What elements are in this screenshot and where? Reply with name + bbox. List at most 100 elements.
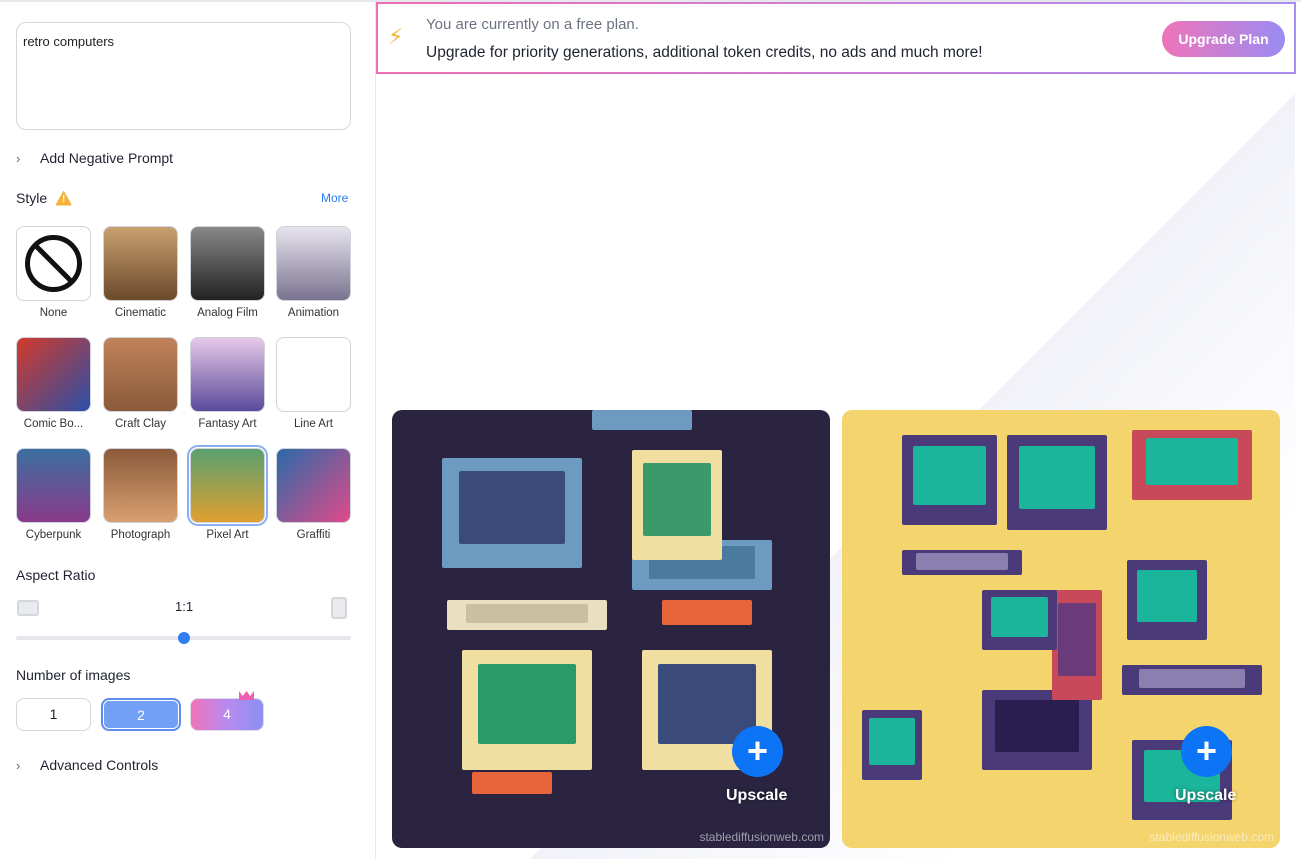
- chevron-right-icon: ›: [16, 150, 21, 166]
- pixel-computer: [982, 690, 1092, 770]
- style-option-label: Photograph: [110, 529, 171, 541]
- pixel-screen: [995, 699, 1079, 753]
- pixel-computer: [462, 650, 592, 770]
- aspect-ratio-slider[interactable]: [16, 632, 351, 644]
- style-option-label: Cyberpunk: [25, 529, 82, 541]
- pixel-screen: [1146, 438, 1238, 485]
- add-negative-prompt-toggle[interactable]: › Add Negative Prompt: [16, 150, 173, 166]
- pixel-computer: [447, 600, 607, 630]
- aspect-ratio-label: Aspect Ratio: [16, 567, 96, 583]
- style-thumbnail: [16, 337, 91, 412]
- style-option-label: Fantasy Art: [198, 418, 257, 430]
- watermark: stablediffusionweb.com: [1149, 830, 1274, 844]
- pixel-screen: [642, 463, 712, 536]
- pixel-computer: [442, 458, 582, 568]
- upgrade-banner: ⚡︎ You are currently on a free plan. Upg…: [376, 2, 1296, 74]
- style-option-label: Graffiti: [296, 529, 331, 541]
- style-option-analog-film[interactable]: Analog Film: [190, 226, 265, 319]
- pixel-screen: [991, 597, 1048, 637]
- pixel-computer: [632, 450, 722, 560]
- pixel-computer: [662, 600, 752, 625]
- images-2-button[interactable]: 2: [101, 698, 181, 731]
- style-thumbnail: [187, 445, 268, 526]
- pixel-screen: [1138, 668, 1246, 689]
- style-thumbnail: [276, 448, 351, 523]
- style-option-fantasy-art[interactable]: Fantasy Art: [190, 337, 265, 430]
- pixel-screen: [477, 664, 577, 744]
- style-option-graffiti[interactable]: Graffiti: [276, 448, 351, 541]
- warning-icon[interactable]: !: [55, 190, 73, 206]
- landscape-ratio-icon[interactable]: [17, 600, 39, 616]
- pixel-screen: [916, 553, 1008, 570]
- style-option-animation[interactable]: Animation: [276, 226, 351, 319]
- style-option-label: Analog Film: [197, 307, 258, 319]
- pixel-screen: [913, 445, 986, 506]
- pixel-computer: [1052, 590, 1102, 700]
- no-style-icon: [25, 235, 82, 292]
- prompt-input[interactable]: retro computers: [16, 22, 351, 130]
- pixel-computer: [1007, 435, 1107, 530]
- style-option-label: None: [39, 307, 68, 319]
- pixel-screen: [672, 603, 742, 620]
- style-more-link[interactable]: More: [321, 191, 348, 205]
- style-option-cinematic[interactable]: Cinematic: [103, 226, 178, 319]
- upscale-button[interactable]: Upscale: [726, 787, 787, 805]
- pixel-computer: [592, 410, 692, 430]
- style-option-pixel-art[interactable]: Pixel Art: [187, 445, 268, 541]
- pixel-computer: [1127, 560, 1207, 640]
- pixel-computer: [472, 772, 552, 794]
- advanced-controls-label: Advanced Controls: [40, 757, 159, 773]
- slider-handle[interactable]: [177, 632, 190, 644]
- upgrade-plan-button[interactable]: Upgrade Plan: [1162, 21, 1285, 57]
- style-option-cyberpunk[interactable]: Cyberpunk: [16, 448, 91, 541]
- style-thumbnail: [276, 337, 351, 412]
- images-1-button[interactable]: 1: [16, 698, 91, 731]
- chevron-right-icon: ›: [16, 757, 21, 773]
- pixel-computer: [1132, 430, 1252, 500]
- style-label: Style: [16, 190, 48, 206]
- pixel-computer: [862, 710, 922, 780]
- style-thumbnail: [276, 226, 351, 301]
- style-option-none[interactable]: None: [16, 226, 91, 319]
- advanced-controls-toggle[interactable]: › Advanced Controls: [16, 757, 158, 773]
- style-option-label: Comic Bo...: [23, 418, 84, 430]
- style-thumbnail: [190, 337, 265, 412]
- style-option-line-art[interactable]: Line Art: [276, 337, 351, 430]
- pixel-screen: [1058, 603, 1096, 676]
- generated-image-2[interactable]: + Upscale stablediffusionweb.com: [842, 410, 1280, 848]
- pixel-screen: [458, 471, 566, 544]
- style-thumbnail: [103, 226, 178, 301]
- style-thumbnail: [16, 448, 91, 523]
- plan-status-text: You are currently on a free plan.: [426, 16, 639, 33]
- crown-icon: [239, 691, 254, 700]
- style-thumbnail: [16, 226, 91, 301]
- pixel-screen: [466, 603, 588, 624]
- pixel-computer: [902, 435, 997, 525]
- lightning-icon: ⚡︎: [388, 24, 404, 49]
- style-option-photograph[interactable]: Photograph: [103, 448, 178, 541]
- watermark: stablediffusionweb.com: [699, 830, 824, 844]
- style-option-label: Craft Clay: [114, 418, 167, 430]
- style-heading: Style !: [16, 190, 73, 206]
- sidebar: retro computers › Add Negative Prompt St…: [0, 2, 376, 859]
- pixel-screen: [1136, 569, 1198, 623]
- style-thumbnail: [103, 337, 178, 412]
- number-of-images-label: Number of images: [16, 667, 131, 683]
- style-option-label: Animation: [287, 307, 340, 319]
- style-option-comic-bo[interactable]: Comic Bo...: [16, 337, 91, 430]
- upscale-plus-icon[interactable]: +: [732, 726, 783, 777]
- portrait-ratio-icon[interactable]: [331, 597, 347, 619]
- pixel-screen: [481, 774, 543, 790]
- upscale-button[interactable]: Upscale: [1175, 787, 1236, 805]
- upscale-plus-icon[interactable]: +: [1181, 726, 1232, 777]
- pixel-screen: [869, 718, 915, 765]
- images-4-button[interactable]: 4: [190, 698, 264, 731]
- pixel-screen: [1019, 446, 1095, 510]
- upgrade-description: Upgrade for priority generations, additi…: [426, 44, 983, 61]
- style-option-label: Line Art: [294, 418, 333, 430]
- style-option-craft-clay[interactable]: Craft Clay: [103, 337, 178, 430]
- style-option-label: Pixel Art: [206, 529, 249, 541]
- generated-image-1[interactable]: + Upscale stablediffusionweb.com: [392, 410, 830, 848]
- pixel-computer: [982, 590, 1057, 650]
- pixel-computer: [902, 550, 1022, 575]
